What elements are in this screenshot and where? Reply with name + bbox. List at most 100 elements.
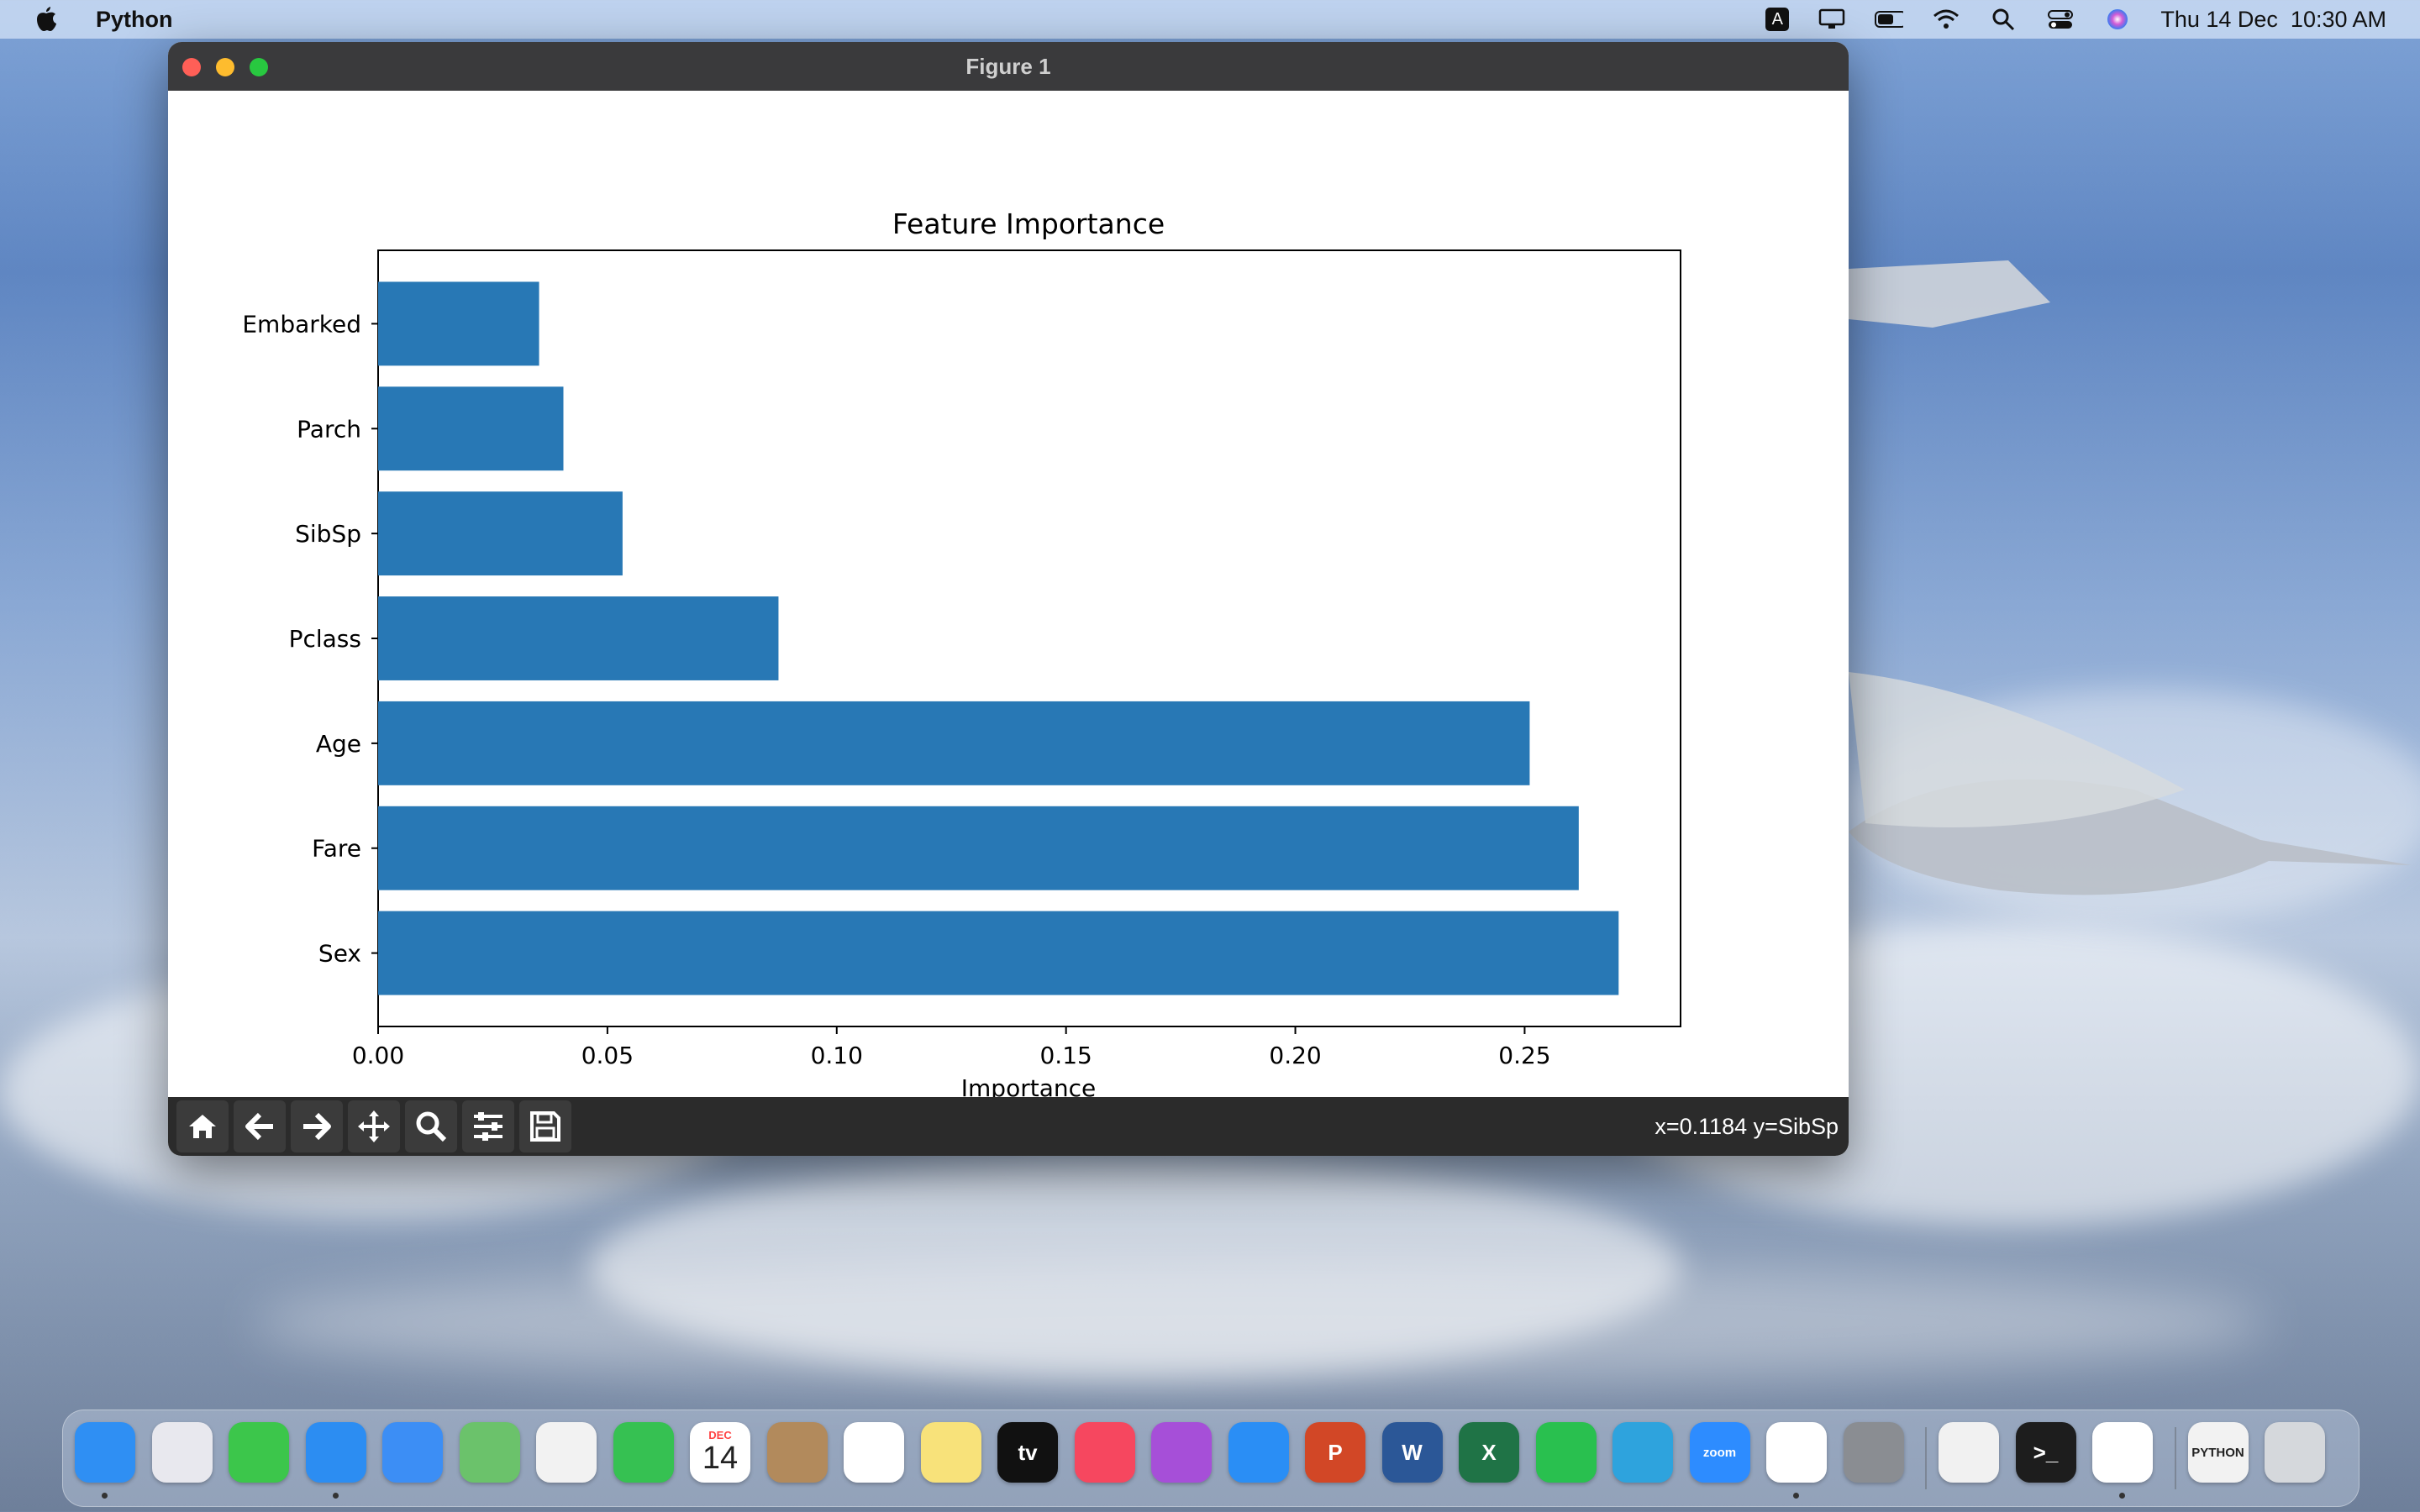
dock-icon-label: W xyxy=(1402,1439,1423,1465)
dock-icon-label: >_ xyxy=(2033,1439,2059,1465)
x-tick-label: 0.10 xyxy=(811,1042,863,1069)
dock: DEC 14 tv P W Xzoom >_ PYTHON xyxy=(62,1410,2360,1507)
close-button[interactable] xyxy=(182,58,201,76)
y-tick-label: Fare xyxy=(312,835,361,863)
bar-fare xyxy=(378,806,1579,890)
dock-python-document-icon[interactable]: PYTHON xyxy=(2187,1422,2249,1483)
configure-subplots-button[interactable] xyxy=(462,1100,514,1152)
wifi-icon[interactable] xyxy=(1932,8,1960,31)
minimize-button[interactable] xyxy=(216,58,234,76)
dock-notes-icon[interactable] xyxy=(920,1422,981,1483)
x-axis-label: Importance xyxy=(961,1074,1096,1097)
dock-mail-icon[interactable] xyxy=(382,1422,443,1483)
calendar-month: DEC xyxy=(708,1429,732,1441)
input-source-icon[interactable]: A xyxy=(1765,8,1790,31)
dock-python-figure-icon[interactable] xyxy=(2092,1422,2153,1483)
running-indicator xyxy=(2119,1493,2125,1499)
dock-photos-icon[interactable] xyxy=(536,1422,597,1483)
dock-music-icon[interactable] xyxy=(1074,1422,1135,1483)
dock-icon-label: P xyxy=(1328,1439,1343,1465)
display-icon[interactable] xyxy=(1818,8,1846,31)
dock-maps-icon[interactable] xyxy=(459,1422,520,1483)
control-center-icon[interactable] xyxy=(2046,8,2075,31)
save-icon xyxy=(530,1111,560,1142)
bar-embarked xyxy=(378,281,539,366)
save-button[interactable] xyxy=(519,1100,571,1152)
active-app-name[interactable]: Python xyxy=(96,7,173,33)
y-tick-label: SibSp xyxy=(295,520,361,548)
pan-icon xyxy=(358,1110,390,1142)
figure-canvas[interactable]: Feature Importance Sex Fare Age Pclass SibSp… xyxy=(168,91,1849,1102)
bar-sex xyxy=(378,911,1619,995)
dock-safari-icon[interactable] xyxy=(305,1422,366,1483)
dock-contacts-icon[interactable] xyxy=(766,1422,828,1483)
figure-toolbar: x=0.1184 y=SibSp xyxy=(168,1097,1849,1156)
configure-subplots-icon xyxy=(474,1112,502,1141)
dock-zoom-icon[interactable]: zoom xyxy=(1689,1422,1750,1483)
back-button[interactable] xyxy=(234,1100,286,1152)
x-tick-label: 0.25 xyxy=(1498,1042,1550,1069)
dock-trash-icon[interactable] xyxy=(2265,1422,2325,1483)
y-tick-label: Embarked xyxy=(242,310,361,338)
dock-system-settings-icon[interactable] xyxy=(1843,1422,1904,1483)
x-tick-label: 0.20 xyxy=(1269,1042,1321,1069)
dock-whatsapp-icon[interactable] xyxy=(1535,1422,1597,1483)
window-titlebar[interactable]: Figure 1 xyxy=(168,42,1849,91)
dock-vs-code-icon[interactable] xyxy=(1766,1422,1827,1483)
dock-app-store-icon[interactable] xyxy=(1228,1422,1289,1483)
running-indicator xyxy=(102,1493,108,1499)
x-tick-label: 0.00 xyxy=(352,1042,404,1069)
chart-title: Feature Importance xyxy=(892,207,1165,240)
dock-launchpad-icon[interactable] xyxy=(151,1422,213,1483)
dock-facetime-icon[interactable] xyxy=(613,1422,674,1483)
dock-python-launcher-icon[interactable] xyxy=(1939,1422,1999,1483)
aircraft-illustration xyxy=(1849,260,2412,895)
dock-reminders-icon[interactable] xyxy=(844,1422,904,1483)
battery-icon[interactable] xyxy=(1875,8,1904,31)
y-tick-label: Age xyxy=(316,730,361,758)
dock-word-icon[interactable]: W xyxy=(1381,1422,1443,1483)
dock-icon-label: tv xyxy=(1018,1439,1038,1465)
dock-messages-icon[interactable] xyxy=(229,1422,289,1483)
dock-terminal-icon[interactable]: >_ xyxy=(2015,1422,2076,1483)
dock-powerpoint-icon[interactable]: P xyxy=(1305,1422,1365,1483)
dock-icon-label: PYTHON xyxy=(2191,1445,2244,1460)
zoom-button[interactable] xyxy=(250,58,268,76)
dock-excel-icon[interactable]: X xyxy=(1459,1422,1519,1483)
figure-window: Figure 1 Feature Importance Sex Fare Age Pc… xyxy=(168,42,1849,1156)
menu-bar: Python A Thu 14 Dec 10:30 AM xyxy=(0,0,2420,39)
siri-icon[interactable] xyxy=(2103,8,2132,31)
apple-icon[interactable] xyxy=(34,7,59,32)
bar-pclass xyxy=(378,596,779,680)
x-tick-label: 0.15 xyxy=(1039,1042,1092,1069)
back-arrow-icon xyxy=(245,1112,273,1141)
spotlight-icon[interactable] xyxy=(1989,8,2018,31)
dock-icon-label: zoom xyxy=(1702,1445,1737,1460)
bar-age xyxy=(378,701,1530,785)
forward-arrow-icon xyxy=(303,1112,331,1141)
cursor-coordinates: x=0.1184 y=SibSp xyxy=(1655,1113,1839,1139)
dock-icon-label: X xyxy=(1481,1439,1497,1465)
x-tick-label: 0.05 xyxy=(581,1042,634,1069)
bar-sibsp xyxy=(378,491,623,576)
window-title: Figure 1 xyxy=(965,53,1051,79)
dock-finder-icon[interactable] xyxy=(75,1422,135,1483)
y-tick-label: Parch xyxy=(297,415,361,443)
bar-chart: Feature Importance Sex Fare Age Pclass SibSp… xyxy=(242,207,1681,1102)
forward-button[interactable] xyxy=(291,1100,343,1152)
running-indicator xyxy=(1793,1493,1799,1499)
pan-button[interactable] xyxy=(348,1100,400,1152)
home-icon xyxy=(189,1115,216,1138)
y-tick-label: Pclass xyxy=(289,625,361,653)
calendar-day: 14 xyxy=(702,1441,739,1476)
zoom-icon xyxy=(416,1111,447,1142)
dock-podcasts-icon[interactable] xyxy=(1151,1422,1212,1483)
bar-parch xyxy=(378,386,564,471)
dock-tv-icon[interactable]: tv xyxy=(997,1422,1058,1483)
zoom-rect-button[interactable] xyxy=(405,1100,457,1152)
dock-calendar-icon[interactable]: DEC 14 xyxy=(690,1422,750,1483)
dock-separator xyxy=(1925,1427,1927,1489)
home-button[interactable] xyxy=(176,1100,229,1152)
clock[interactable]: Thu 14 Dec 10:30 AM xyxy=(2160,7,2386,33)
dock-telegram-icon[interactable] xyxy=(1612,1422,1673,1483)
